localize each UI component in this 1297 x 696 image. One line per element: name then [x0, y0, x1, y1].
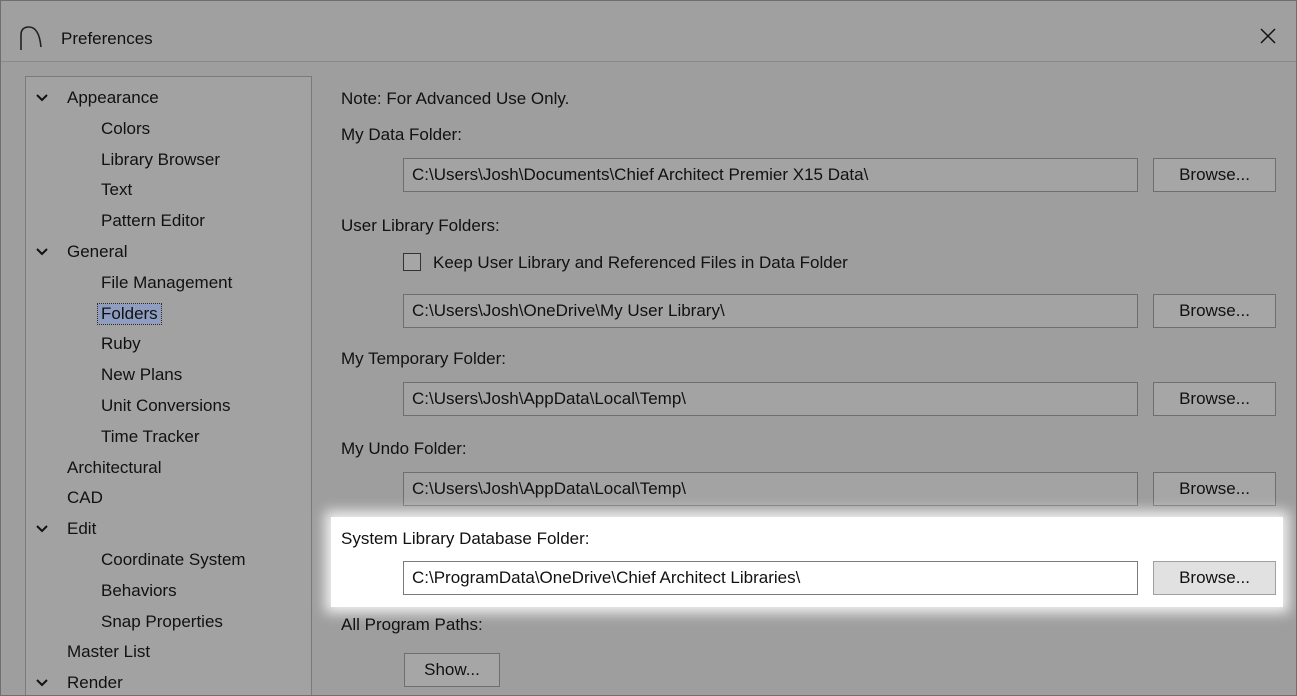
my-data-folder-browse-button[interactable]: Browse... — [1153, 158, 1276, 192]
keep-user-library-checkbox[interactable] — [403, 253, 421, 271]
tree-item-render[interactable]: Render — [67, 673, 123, 693]
tree-item-colors[interactable]: Colors — [101, 119, 150, 139]
advanced-note: Note: For Advanced Use Only. — [341, 89, 570, 108]
chevron-down-icon[interactable] — [35, 242, 49, 262]
temp-folder-label: My Temporary Folder: — [341, 349, 507, 368]
tree-item-text[interactable]: Text — [101, 180, 132, 200]
tree-item-architectural[interactable]: Architectural — [67, 458, 161, 478]
tree-item-coordinate-system[interactable]: Coordinate System — [101, 550, 246, 570]
title-bar: Preferences — [1, 1, 1296, 62]
program-paths-label: All Program Paths: — [341, 615, 483, 634]
my-data-folder-label: My Data Folder: — [341, 125, 462, 144]
system-library-label: System Library Database Folder: — [341, 529, 590, 548]
chevron-down-icon[interactable] — [35, 673, 49, 693]
chevron-down-icon[interactable] — [35, 88, 49, 108]
category-tree[interactable]: Appearance Colors Library Browser Text Patte… — [25, 76, 312, 695]
tree-item-time-tracker[interactable]: Time Tracker — [101, 427, 200, 447]
preferences-dialog: Preferences Appearance Colors Library Brow… — [0, 0, 1297, 696]
tree-item-cad[interactable]: CAD — [67, 488, 103, 508]
my-data-folder-field[interactable]: C:\Users\Josh\Documents\Chief Architect … — [403, 158, 1138, 192]
close-icon — [1260, 28, 1276, 44]
undo-folder-label: My Undo Folder: — [341, 439, 467, 458]
tree-item-edit[interactable]: Edit — [67, 519, 96, 539]
tree-item-master-list[interactable]: Master List — [67, 642, 150, 662]
system-library-section: System Library Database Folder: C:\Progr… — [331, 517, 1283, 607]
tree-item-ruby[interactable]: Ruby — [101, 334, 141, 354]
tree-item-pattern-editor[interactable]: Pattern Editor — [101, 211, 205, 231]
tree-item-library-browser[interactable]: Library Browser — [101, 150, 220, 170]
tree-item-snap-properties[interactable]: Snap Properties — [101, 612, 223, 632]
tree-item-file-management[interactable]: File Management — [101, 273, 232, 293]
user-library-browse-button[interactable]: Browse... — [1153, 294, 1276, 328]
keep-user-library-label[interactable]: Keep User Library and Referenced Files i… — [433, 253, 848, 273]
window-title: Preferences — [61, 29, 153, 48]
system-library-field[interactable]: C:\ProgramData\OneDrive\Chief Architect … — [403, 561, 1138, 595]
system-library-browse-button[interactable]: Browse... — [1153, 561, 1276, 595]
show-paths-button[interactable]: Show... — [404, 653, 500, 687]
tree-item-appearance[interactable]: Appearance — [67, 88, 159, 108]
tree-item-unit-conversions[interactable]: Unit Conversions — [101, 396, 230, 416]
tree-item-folders[interactable]: Folders — [97, 302, 162, 325]
app-logo-icon — [20, 26, 42, 50]
tree-item-new-plans[interactable]: New Plans — [101, 365, 182, 385]
temp-folder-field[interactable]: C:\Users\Josh\AppData\Local\Temp\ — [403, 382, 1138, 416]
undo-folder-field[interactable]: C:\Users\Josh\AppData\Local\Temp\ — [403, 472, 1138, 506]
close-button[interactable] — [1251, 19, 1285, 53]
chevron-down-icon[interactable] — [35, 519, 49, 539]
temp-folder-browse-button[interactable]: Browse... — [1153, 382, 1276, 416]
user-library-field[interactable]: C:\Users\Josh\OneDrive\My User Library\ — [403, 294, 1138, 328]
user-library-label: User Library Folders: — [341, 216, 500, 235]
tree-item-general[interactable]: General — [67, 242, 127, 262]
undo-folder-browse-button[interactable]: Browse... — [1153, 472, 1276, 506]
tree-item-behaviors[interactable]: Behaviors — [101, 581, 177, 601]
